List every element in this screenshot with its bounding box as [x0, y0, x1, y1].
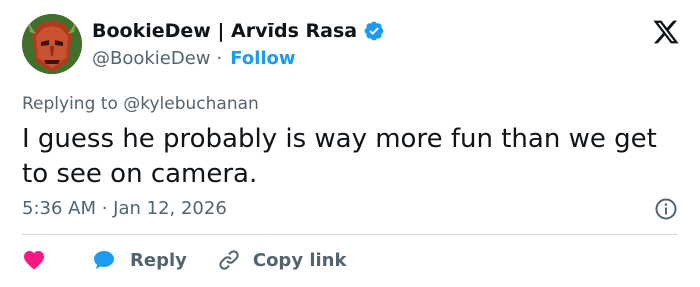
copy-link-button[interactable]: Copy link	[217, 248, 347, 272]
heart-icon	[24, 251, 44, 270]
reply-mention-link[interactable]: @kylebuchanan	[123, 94, 259, 114]
author-display-name[interactable]: BookieDew | Arvīds Rasa	[92, 20, 357, 42]
like-button[interactable]	[22, 248, 46, 272]
divider	[22, 234, 678, 235]
info-icon[interactable]	[654, 197, 678, 221]
author-handle-row: @BookieDew · Follow	[92, 48, 296, 69]
follow-button[interactable]: Follow	[230, 48, 295, 69]
author-name-row: BookieDew | Arvīds Rasa	[92, 20, 385, 42]
link-icon	[219, 250, 239, 270]
tweet-timestamp[interactable]: 5:36 AM · Jan 12, 2026	[22, 198, 227, 219]
avatar-image	[22, 14, 82, 74]
x-logo-icon[interactable]	[652, 18, 680, 46]
reply-label: Reply	[130, 249, 187, 271]
replying-prefix: Replying to	[22, 94, 118, 114]
avatar[interactable]	[22, 14, 82, 74]
author-handle[interactable]: @BookieDew	[92, 48, 211, 69]
handle-separator: ·	[216, 48, 223, 69]
action-bar: Reply Copy link	[22, 247, 346, 273]
reply-bubble-icon	[94, 251, 114, 269]
replying-to: Replying to @kylebuchanan	[22, 94, 259, 114]
verified-badge-icon	[364, 21, 384, 41]
copy-link-label: Copy link	[252, 249, 347, 271]
reply-button[interactable]: Reply	[92, 248, 187, 272]
tweet-text: I guess he probably is way more fun than…	[22, 124, 657, 189]
